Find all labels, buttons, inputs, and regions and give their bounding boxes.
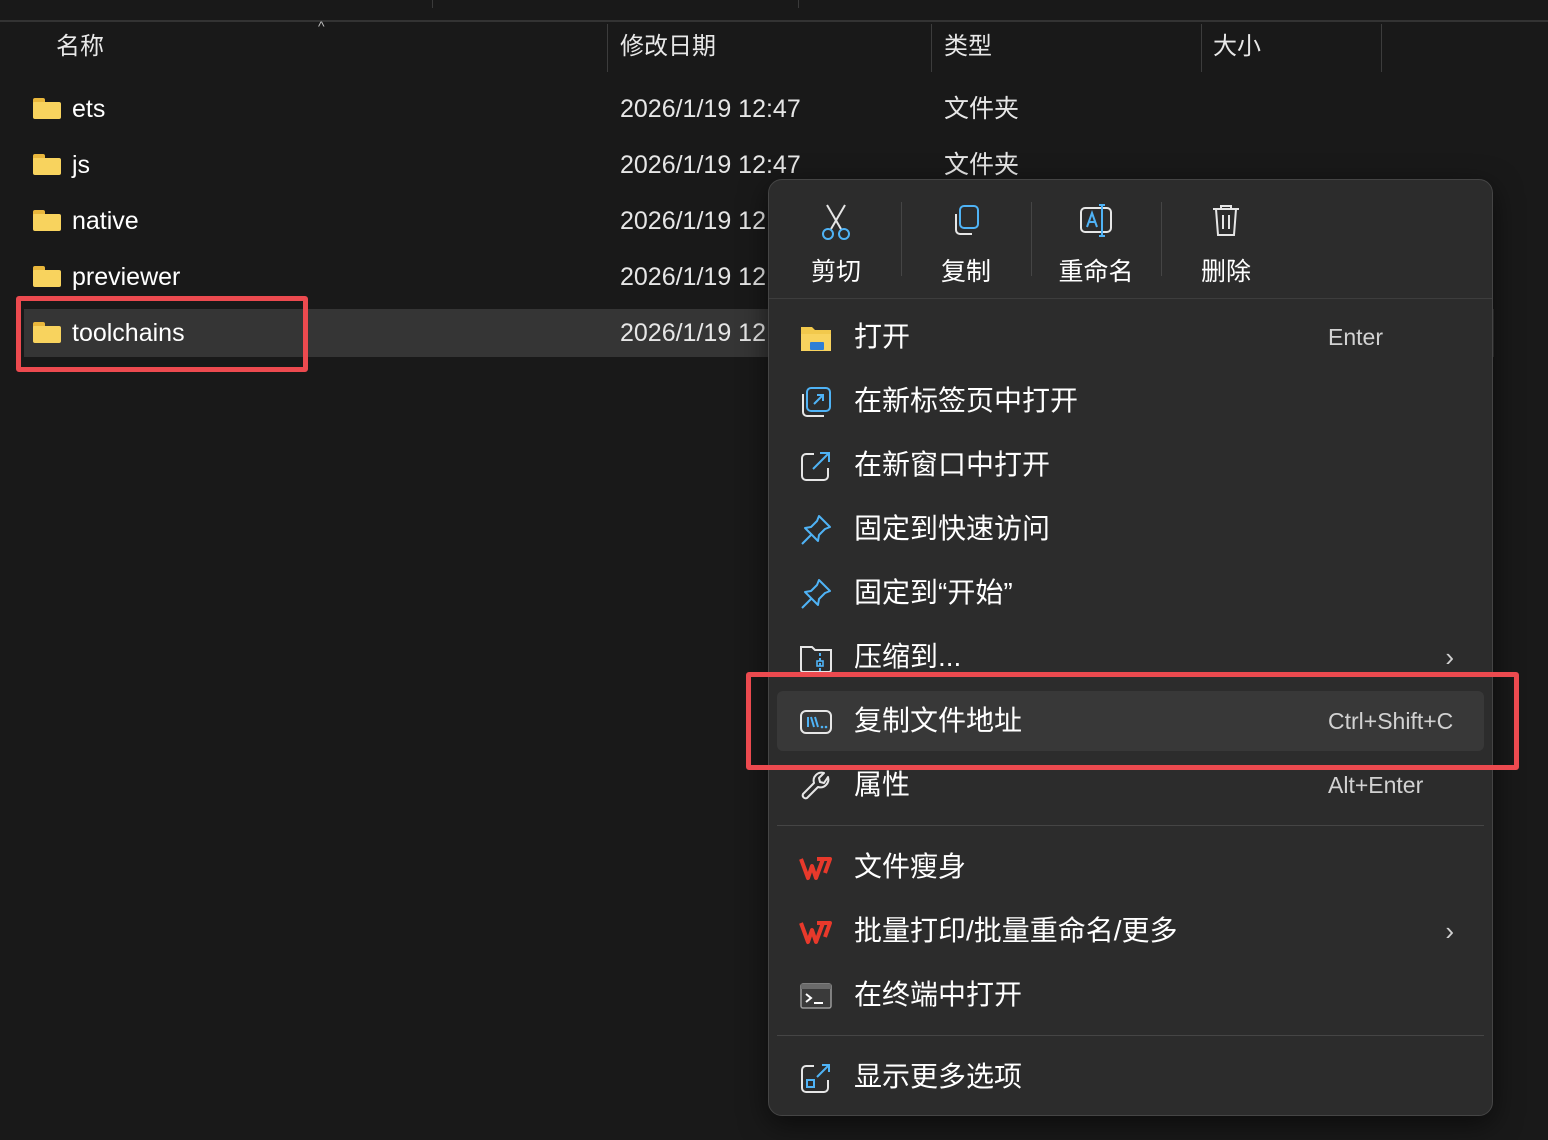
column-divider[interactable] <box>1201 24 1202 72</box>
wrench-icon <box>801 771 830 800</box>
column-header: ^ 名称 修改日期 类型 大小 <box>0 18 1548 72</box>
file-name: ets <box>72 95 106 123</box>
rename-icon <box>1080 204 1112 237</box>
header-tick <box>798 0 799 8</box>
column-divider[interactable] <box>931 24 932 72</box>
context-menu-quick-actions: 剪切 复制 重命名 删除 <box>769 180 1492 299</box>
file-modified: 2026/1/19 12:47 <box>620 95 801 123</box>
action-divider <box>1161 202 1162 276</box>
copy-path-icon <box>800 710 832 734</box>
folder-icon <box>33 154 61 175</box>
top-border <box>0 0 1548 22</box>
menu-item-label: 批量打印/批量重命名/更多 <box>854 915 1178 946</box>
menu-item-label: 压缩到... <box>854 641 962 672</box>
rename-button[interactable]: 重命名 <box>1036 194 1156 286</box>
pin-icon <box>801 515 831 545</box>
action-divider <box>901 202 902 276</box>
wps-icon <box>799 921 832 944</box>
menu-item-properties[interactable]: 属性 Alt+Enter <box>777 755 1484 815</box>
menu-divider <box>777 825 1484 826</box>
file-type: 文件夹 <box>944 95 1020 123</box>
file-modified: 2026/1/19 12 <box>620 263 766 291</box>
wps-icon <box>799 857 832 880</box>
context-menu: 剪切 复制 重命名 删除 打开 Enter 在新标签页中打开 在新窗口中打开 固… <box>768 179 1493 1116</box>
column-header-modified[interactable]: 修改日期 <box>620 22 716 72</box>
folder-icon <box>33 210 61 231</box>
menu-item-show-more[interactable]: 显示更多选项 <box>777 1047 1484 1107</box>
sort-ascending-icon: ^ <box>318 18 325 34</box>
chevron-right-icon: › <box>1445 916 1454 946</box>
file-modified: 2026/1/19 12 <box>620 319 766 347</box>
menu-item-label: 复制文件地址 <box>854 705 1023 736</box>
file-row-ets[interactable]: ets 2026/1/19 12:47 文件夹 <box>24 85 1494 133</box>
menu-item-shortcut: Enter <box>1328 324 1383 350</box>
trash-icon <box>1213 205 1239 236</box>
menu-item-pin-quick-access[interactable]: 固定到快速访问 <box>777 499 1484 559</box>
menu-item-label: 打开 <box>854 321 911 352</box>
copy-button[interactable]: 复制 <box>906 194 1026 286</box>
column-header-type[interactable]: 类型 <box>944 22 992 72</box>
scissors-icon <box>822 204 850 240</box>
file-name: previewer <box>72 263 181 291</box>
menu-item-label: 固定到快速访问 <box>854 513 1051 544</box>
folder-icon <box>33 322 61 343</box>
new-tab-icon <box>802 387 831 417</box>
menu-divider <box>777 1035 1484 1036</box>
menu-item-label: 在终端中打开 <box>854 979 1023 1010</box>
cut-label: 剪切 <box>810 258 861 286</box>
delete-label: 删除 <box>1200 258 1251 286</box>
file-name: toolchains <box>72 319 185 347</box>
folder-icon <box>33 98 61 119</box>
file-name: native <box>72 207 139 235</box>
header-tick <box>432 0 433 8</box>
folder-icon <box>33 266 61 287</box>
menu-item-shortcut: Alt+Enter <box>1328 772 1424 798</box>
menu-item-label: 在新窗口中打开 <box>854 449 1051 480</box>
cut-button[interactable]: 剪切 <box>776 194 896 286</box>
column-header-name[interactable]: 名称 <box>56 22 104 72</box>
file-name: js <box>72 151 91 179</box>
menu-item-label: 固定到“开始” <box>854 577 1013 608</box>
delete-button[interactable]: 删除 <box>1166 194 1286 286</box>
copy-icon <box>955 205 979 235</box>
menu-item-copy-path[interactable]: 复制文件地址 Ctrl+Shift+C <box>777 691 1484 751</box>
column-divider[interactable] <box>607 24 608 72</box>
menu-item-open[interactable]: 打开 Enter <box>777 307 1484 367</box>
column-divider[interactable] <box>1381 24 1382 72</box>
menu-item-file-slim[interactable]: 文件瘦身 <box>777 837 1484 897</box>
menu-item-batch-more[interactable]: 批量打印/批量重命名/更多 › <box>777 901 1484 961</box>
menu-item-shortcut: Ctrl+Shift+C <box>1328 708 1454 734</box>
menu-item-open-new-window[interactable]: 在新窗口中打开 <box>777 435 1484 495</box>
copy-label: 复制 <box>940 258 991 286</box>
folder-open-icon <box>801 327 831 351</box>
pin-start-icon <box>801 579 831 609</box>
menu-item-label: 属性 <box>854 769 911 800</box>
menu-item-pin-start[interactable]: 固定到“开始” <box>777 563 1484 623</box>
show-more-icon <box>801 1064 830 1093</box>
menu-item-open-new-tab[interactable]: 在新标签页中打开 <box>777 371 1484 431</box>
terminal-icon <box>800 983 832 1009</box>
action-divider <box>1031 202 1032 276</box>
menu-item-open-terminal[interactable]: 在终端中打开 <box>777 965 1484 1025</box>
menu-item-label: 显示更多选项 <box>854 1061 1023 1092</box>
file-modified: 2026/1/19 12 <box>620 207 766 235</box>
column-header-size[interactable]: 大小 <box>1213 22 1261 72</box>
chevron-right-icon: › <box>1445 642 1454 672</box>
new-window-icon <box>801 452 830 481</box>
zip-icon <box>800 646 832 673</box>
menu-item-label: 在新标签页中打开 <box>854 385 1079 416</box>
menu-item-label: 文件瘦身 <box>854 851 967 882</box>
rename-label: 重命名 <box>1058 258 1134 286</box>
menu-item-compress[interactable]: 压缩到... › <box>777 627 1484 687</box>
